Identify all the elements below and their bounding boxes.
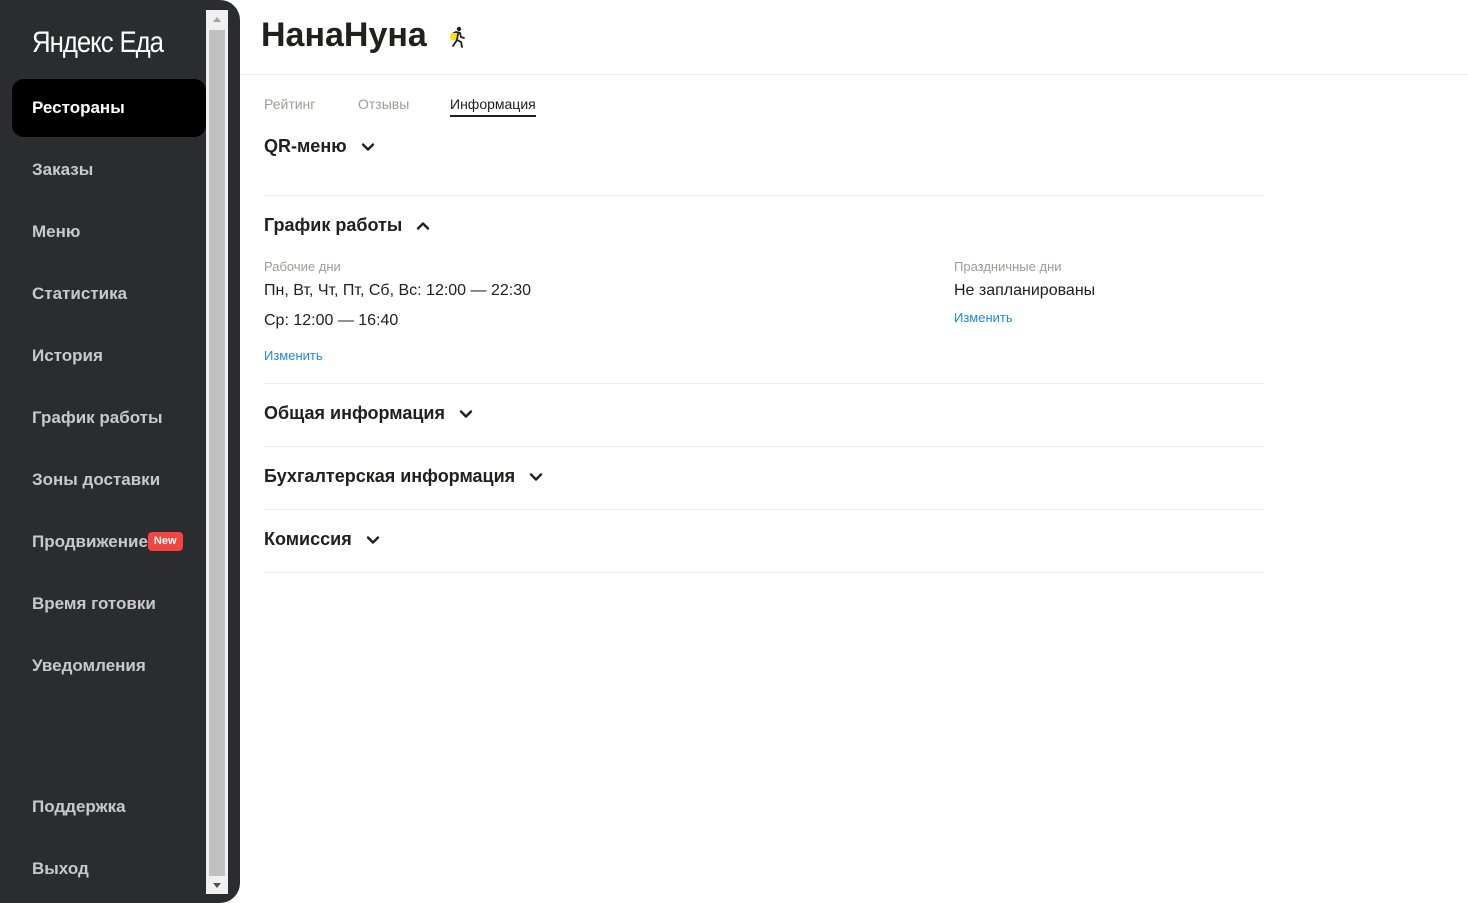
sidebar-item-label: Выход: [32, 859, 89, 878]
page-title: НанаНуна: [261, 16, 427, 54]
sidebar-item-label: Статистика: [32, 284, 128, 303]
scroll-down-arrow-icon[interactable]: [206, 876, 228, 894]
sidebar-item-label: История: [32, 346, 103, 365]
sidebar-item-label: Уведомления: [32, 656, 146, 675]
chevron-down-icon: [366, 535, 379, 544]
sidebar-item-menu[interactable]: Меню: [12, 203, 206, 261]
sidebar-item-support[interactable]: Поддержка: [12, 778, 206, 836]
chevron-up-icon: [417, 221, 430, 230]
section-title: График работы: [264, 215, 403, 235]
working-days-line-2: Ср: 12:00 — 16:40: [264, 312, 399, 329]
edit-holidays-link[interactable]: Изменить: [954, 310, 1013, 325]
section-accounting-info[interactable]: Бухгалтерская информация: [264, 466, 543, 487]
working-days-line-1: Пн, Вт, Чт, Пт, Сб, Вс: 12:00 — 22:30: [264, 282, 532, 299]
new-badge: New: [147, 531, 183, 551]
sidebar-item-statistics[interactable]: Статистика: [12, 265, 206, 323]
sidebar-item-history[interactable]: История: [12, 327, 206, 385]
section-general-info[interactable]: Общая информация: [264, 403, 473, 424]
tab-information[interactable]: Информация: [450, 96, 536, 117]
sidebar-item-restaurants[interactable]: Рестораны: [12, 79, 206, 137]
sidebar-item-orders[interactable]: Заказы: [12, 141, 206, 199]
scroll-up-arrow-icon[interactable]: [206, 10, 228, 28]
chevron-down-icon: [361, 142, 374, 151]
holidays-label: Праздничные дни: [954, 259, 1062, 274]
sidebar-item-label: Продвижение: [32, 532, 148, 551]
sidebar-item-logout[interactable]: Выход: [12, 840, 206, 898]
sidebar: Яндекс Еда Рестораны Заказы Меню Статисти…: [0, 0, 240, 903]
section-qr-menu[interactable]: QR-меню: [264, 136, 375, 157]
section-title: Комиссия: [264, 529, 352, 549]
sidebar-item-label: Зоны доставки: [32, 470, 161, 489]
sidebar-item-schedule[interactable]: График работы: [12, 389, 206, 447]
runner-icon: [450, 26, 465, 48]
working-days-label: Рабочие дни: [264, 259, 341, 274]
chevron-down-icon: [529, 472, 543, 481]
sidebar-item-label: Время готовки: [32, 594, 156, 613]
logo-part2: Еда: [119, 26, 164, 59]
divider: [264, 383, 1264, 384]
divider: [264, 446, 1264, 447]
sidebar-item-label: Поддержка: [32, 797, 126, 816]
sidebar-item-label: Заказы: [32, 160, 94, 179]
chevron-down-icon: [459, 409, 473, 418]
sidebar-item-cooking-time[interactable]: Время готовки: [12, 575, 206, 633]
sidebar-item-promotion[interactable]: Продвижение New: [12, 513, 206, 571]
scrollbar-thumb[interactable]: [209, 30, 225, 876]
sidebar-item-delivery-zones[interactable]: Зоны доставки: [12, 451, 206, 509]
sidebar-item-label: Рестораны: [32, 98, 125, 117]
divider: [264, 195, 1264, 196]
sidebar-item-label: График работы: [32, 408, 163, 427]
edit-working-days-link[interactable]: Изменить: [264, 348, 323, 363]
holidays-value: Не запланированы: [954, 282, 1096, 299]
divider: [264, 572, 1264, 573]
section-title: Бухгалтерская информация: [264, 466, 516, 486]
divider: [264, 509, 1264, 510]
section-title: QR-меню: [264, 136, 347, 156]
section-commission[interactable]: Комиссия: [264, 529, 380, 550]
tab-reviews[interactable]: Отзывы: [358, 96, 409, 115]
sidebar-item-label: Меню: [32, 222, 81, 241]
tab-rating[interactable]: Рейтинг: [264, 96, 315, 115]
sidebar-scrollbar[interactable]: [206, 10, 228, 894]
logo-part1: Яндекс: [32, 26, 114, 59]
page-header: НанаНуна: [240, 0, 1468, 75]
section-title: Общая информация: [264, 403, 445, 423]
section-schedule[interactable]: График работы: [264, 215, 430, 236]
yandex-eda-logo[interactable]: Яндекс Еда: [32, 26, 164, 66]
sidebar-item-notifications[interactable]: Уведомления: [12, 637, 206, 695]
